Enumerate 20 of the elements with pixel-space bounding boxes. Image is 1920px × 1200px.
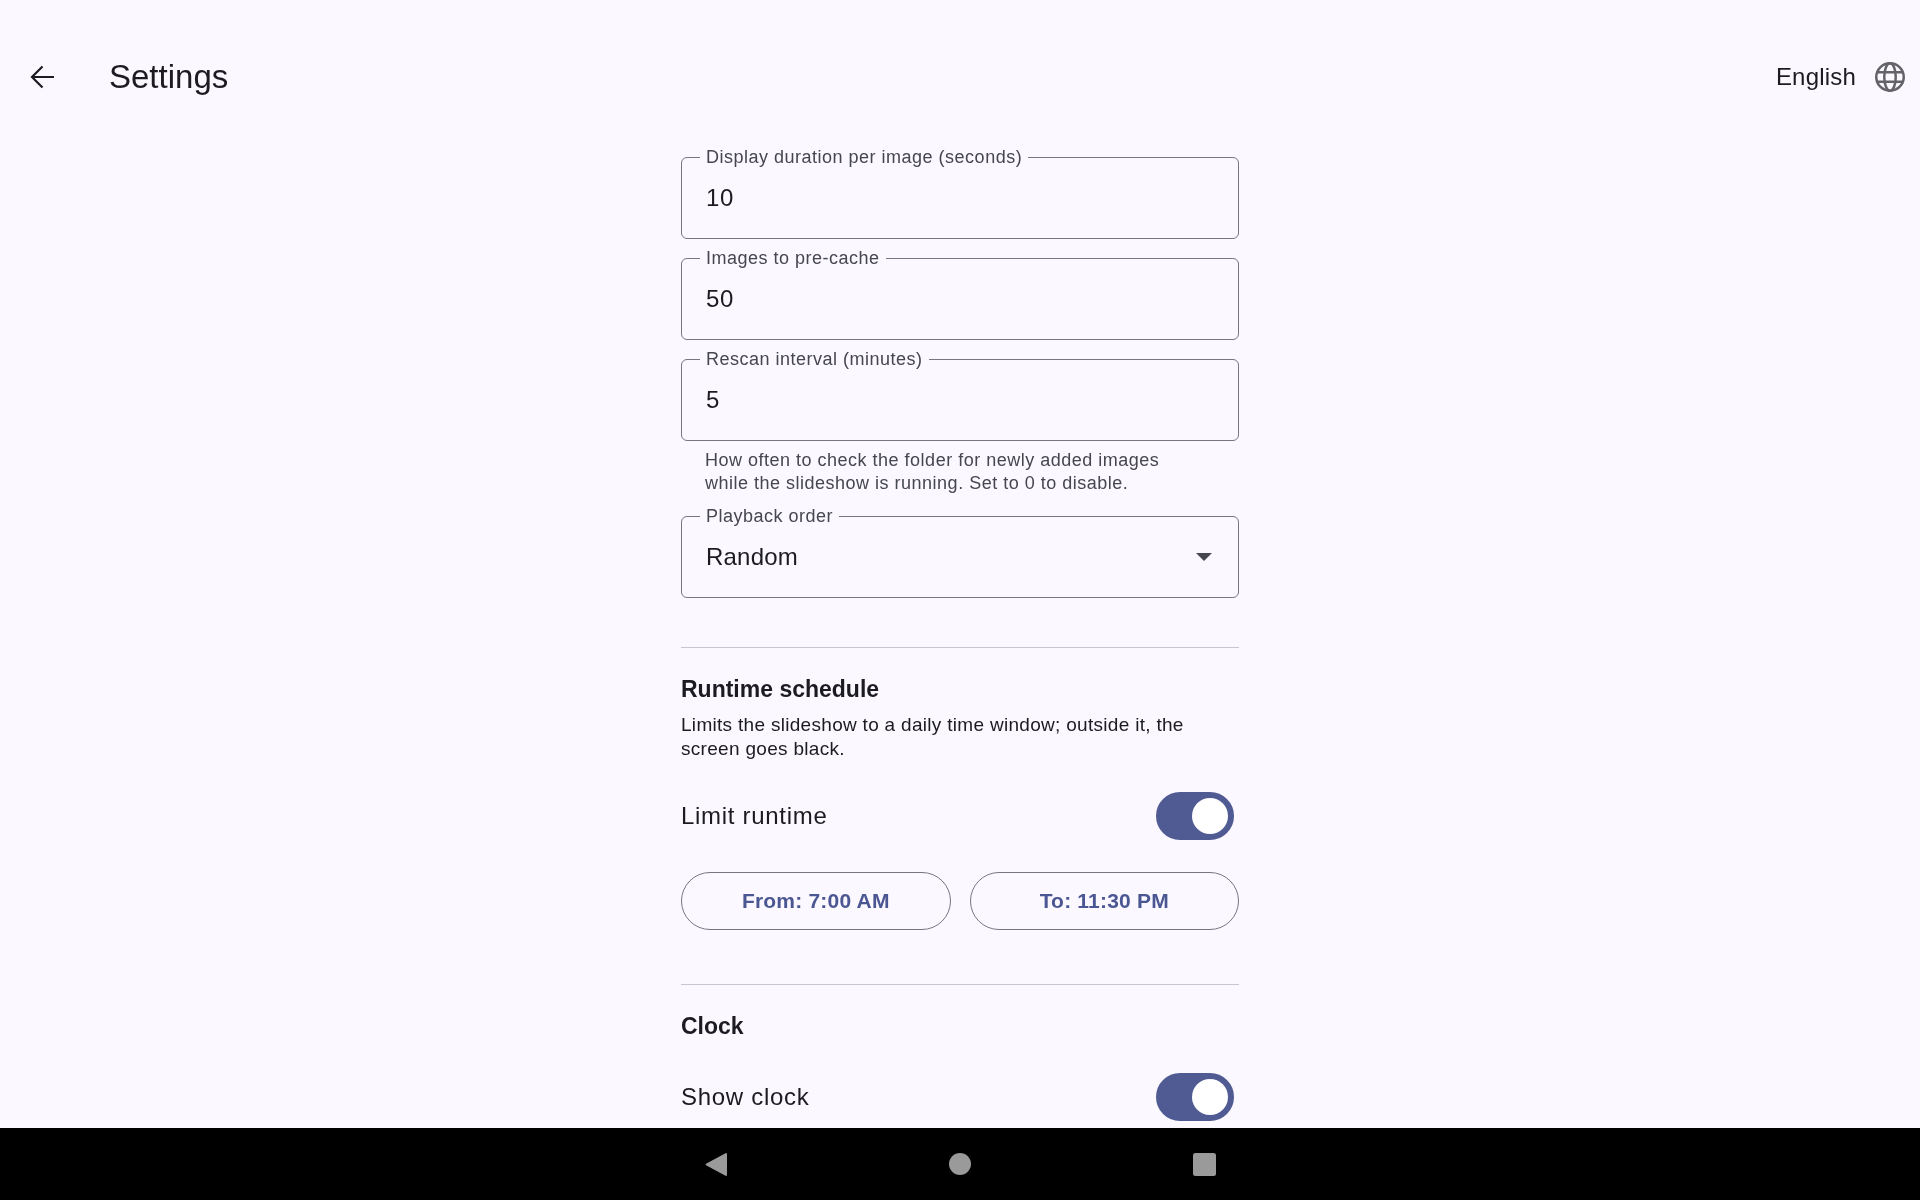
back-arrow-icon	[30, 65, 54, 89]
section-title: Runtime schedule	[681, 675, 881, 704]
toggle-switch[interactable]	[1156, 1073, 1234, 1121]
helper-text: How often to check the folder for newly added images while the slideshow is running. Set to 0 to disable.	[704, 449, 1161, 495]
toggle-switch[interactable]	[1156, 792, 1234, 840]
page-title: Settings	[109, 57, 229, 97]
field-label: Playback order	[705, 505, 835, 527]
section-title: Clock	[681, 1012, 745, 1041]
home-icon[interactable]	[948, 1153, 971, 1175]
section-description: Limits the slideshow to a daily time window; outside it, the screen goes black.	[681, 713, 1185, 761]
switch-label: Limit runtime	[681, 802, 828, 830]
globe-icon	[1875, 62, 1905, 92]
field-label: Rescan interval (minutes)	[705, 348, 924, 370]
caret-down-icon	[1196, 553, 1212, 561]
recents-icon[interactable]	[1192, 1152, 1216, 1176]
field-label: Display duration per image (seconds)	[705, 146, 1024, 168]
field-label: Images to pre-cache	[705, 247, 881, 269]
language-button[interactable]: English	[1775, 53, 1905, 101]
back-icon[interactable]	[704, 1151, 727, 1177]
switch-label: Show clock	[681, 1083, 810, 1111]
